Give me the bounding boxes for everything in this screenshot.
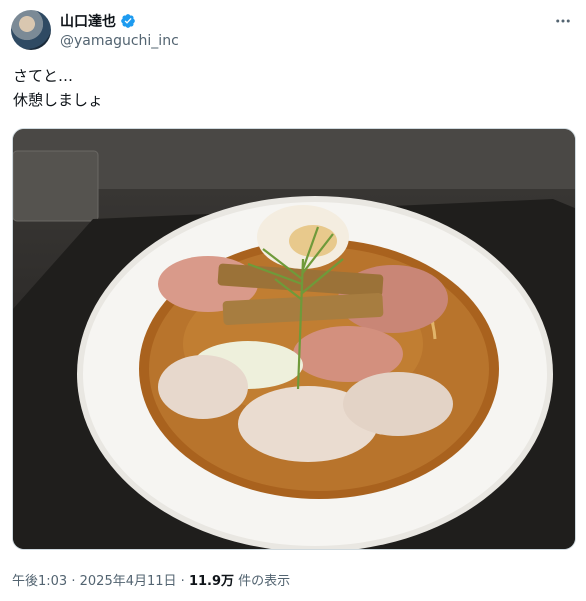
avatar[interactable] [11,10,51,50]
more-options-icon[interactable] [552,10,574,32]
tweet-photo[interactable] [12,128,576,550]
tweet-text: さてと… 休憩しましょ [13,64,103,112]
views-count[interactable]: 11.9万 [189,574,234,589]
tweet-card: 山口達也 @yamaguchi_inc さてと… 休憩しましょ 午後1:03 ·… [0,0,586,601]
post-date[interactable]: 2025年4月11日 [80,574,177,589]
author-handle[interactable]: @yamaguchi_inc [60,33,179,49]
author-display-name[interactable]: 山口達也 [60,11,116,31]
author-name-row: 山口達也 [60,11,136,31]
ramen-bowl-photo [13,129,575,549]
tweet-text-line: 休憩しましょ [13,91,104,109]
tweet-text-line: さてと… [13,67,74,85]
separator: · [180,574,185,589]
views-label: 件の表示 [238,574,291,589]
verified-badge-icon [120,13,136,29]
tweet-metadata: 午後1:03 · 2025年4月11日 · 11.9万 件の表示 [12,570,290,589]
separator: · [71,574,76,589]
post-time[interactable]: 午後1:03 [12,574,67,589]
